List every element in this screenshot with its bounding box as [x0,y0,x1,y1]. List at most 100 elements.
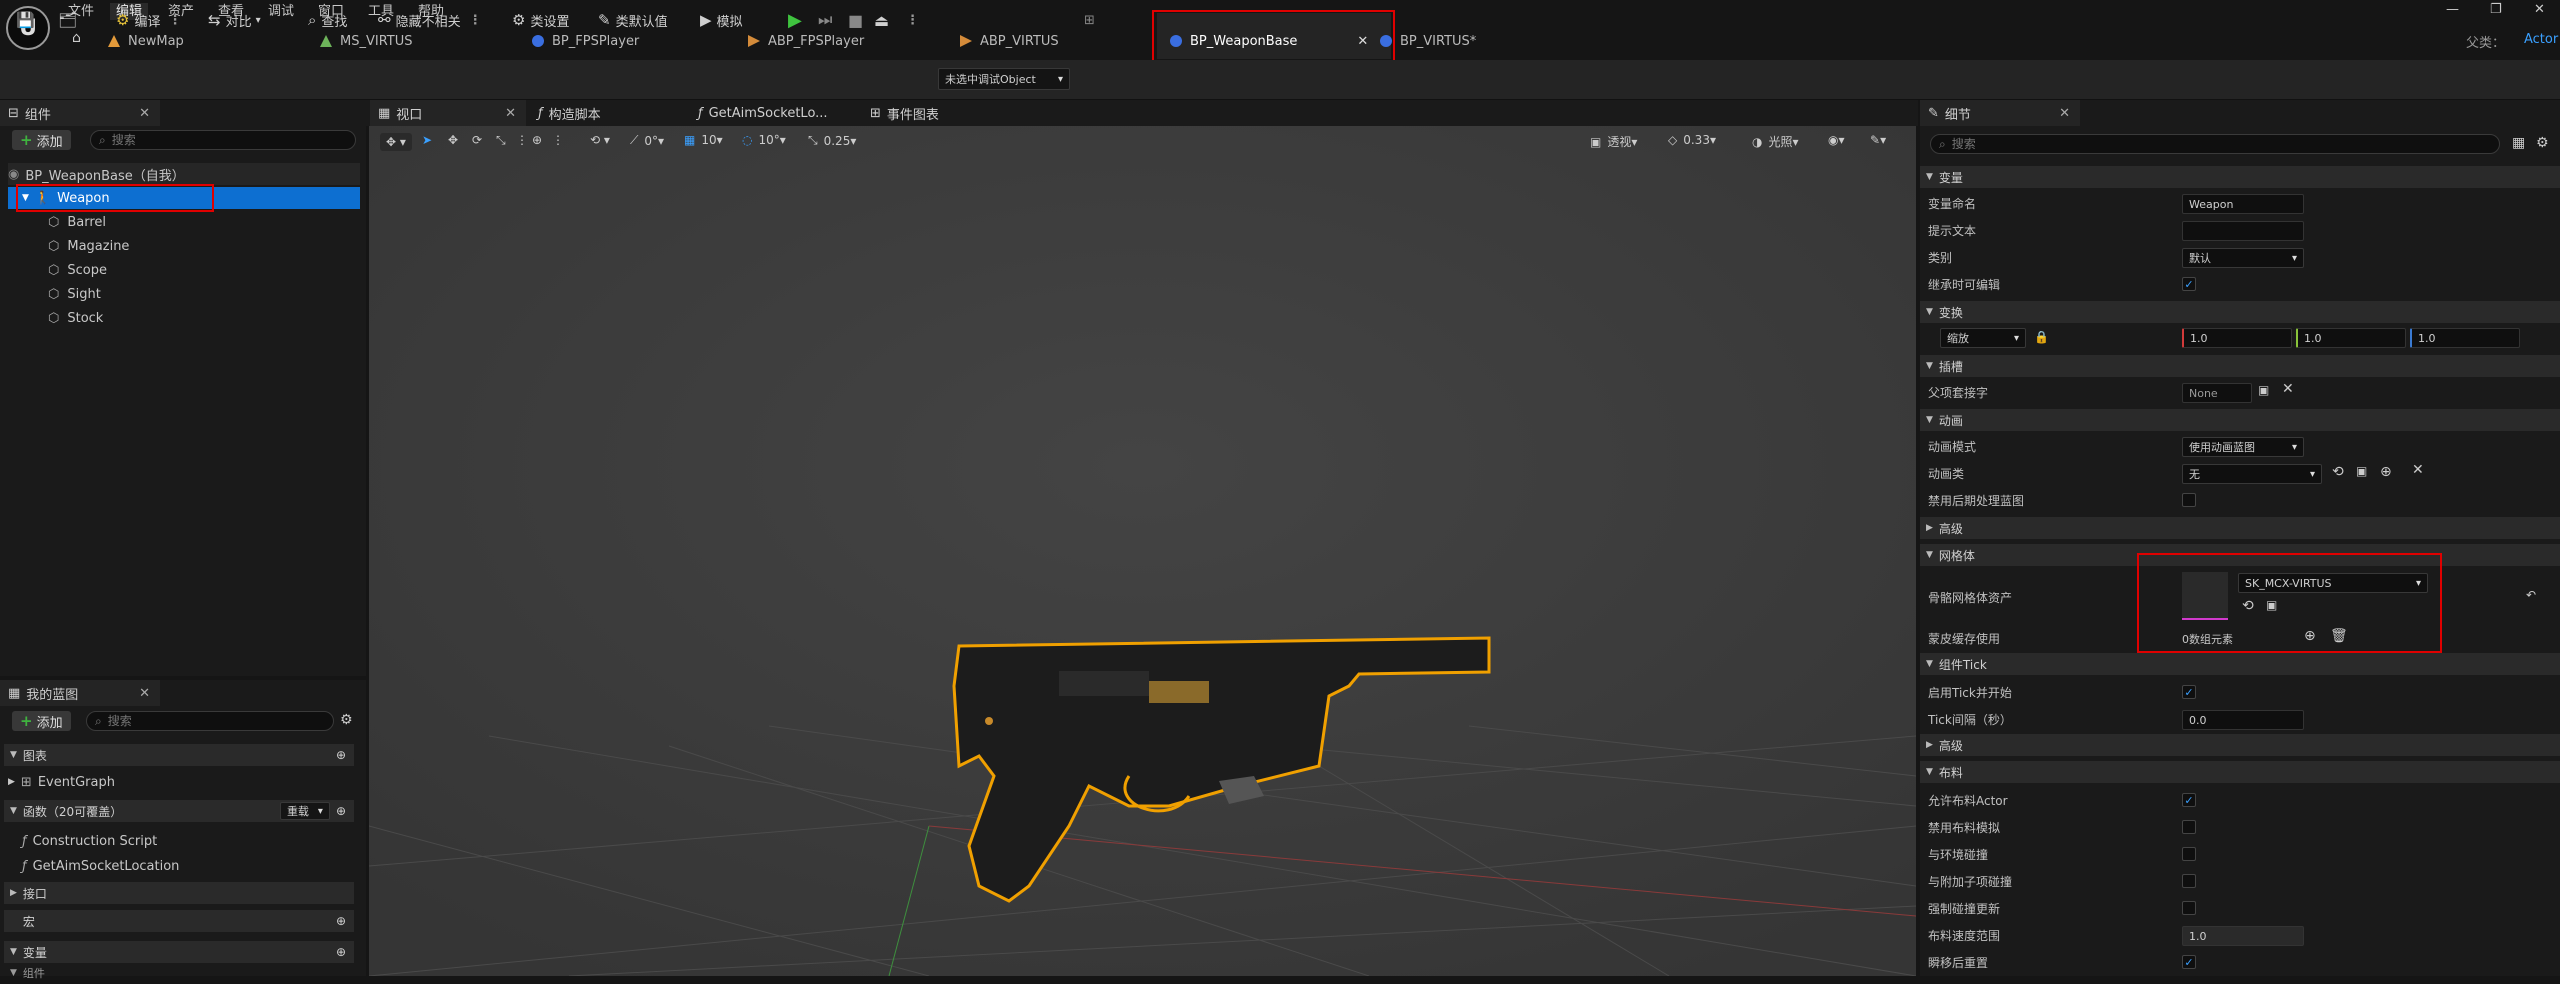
section-advanced-2[interactable]: ▶ 高级 [1920,734,2560,756]
add-member-button[interactable]: + 添加 [12,711,71,731]
section-graphs[interactable]: ▼ 图表 ⊕ [4,744,354,766]
browse-icon[interactable]: 🗂 [58,10,82,30]
hide-unrelated-button[interactable]: ⚯ 隐藏不相关 ⋮ [378,10,482,30]
anim-class-select[interactable]: 无 ▾ [2182,464,2322,484]
reset-icon[interactable]: ↶ [2526,588,2536,602]
minimize-icon[interactable]: — [2446,2,2459,17]
world-icon[interactable]: ⋮ [552,133,564,147]
grid-view-icon[interactable]: ▦ [2512,135,2525,151]
components-search[interactable]: ⌕ [90,130,356,150]
section-animation[interactable]: ▼ 动画 [1920,409,2560,431]
viewport-scene[interactable] [369,126,1916,976]
find-button[interactable]: ⌕ 查找 [308,10,347,30]
more-options-icon[interactable]: ⋮ [516,133,528,147]
mesh-thumbnail[interactable] [2182,572,2228,620]
details-tab[interactable]: ✎ 细节 ✕ [1920,100,2080,126]
event-graph-item[interactable]: ▶ ⊞ EventGraph [8,771,348,793]
section-component-tick[interactable]: ▼ 组件Tick [1920,653,2560,675]
tick-start-checkbox[interactable]: ✓ [2182,685,2196,699]
section-transform[interactable]: ▼ 变换 [1920,301,2560,323]
details-search-input[interactable] [1951,137,2456,151]
section-variable[interactable]: ▼ 变量 [1920,166,2560,188]
compile-button[interactable]: ⚙ 编译 ⋮ [116,10,181,30]
trash-icon[interactable]: 🗑 [2330,628,2348,644]
close-icon[interactable]: ✕ [2059,106,2070,121]
rotate-icon[interactable]: ⟳ [472,133,482,147]
lock-icon[interactable]: 🔒 [2034,330,2049,344]
browse-icon[interactable]: ▣ [2356,464,2367,478]
angle-snap[interactable]: ◌ 10° ▾ [742,133,786,147]
collide-child-checkbox[interactable] [2182,874,2196,888]
tab-getaimsocket[interactable]: ƒ GetAimSocketLo... [690,100,860,126]
tick-interval-input[interactable]: 0.0 [2182,710,2304,730]
add-variable-icon[interactable]: ⊕ [336,945,346,959]
debug-object-select[interactable]: 未选中调试Object ▾ [938,68,1070,90]
stop-icon[interactable]: ■ [848,10,863,30]
component-scope[interactable]: ⬡ Scope [8,259,360,281]
override-select[interactable]: 重载 ▾ [279,802,330,820]
grid-snap[interactable]: ▦ 10 ▾ [684,133,723,147]
close-icon[interactable]: ✕ [139,106,150,121]
force-collision-checkbox[interactable] [2182,901,2196,915]
surface-snap-select[interactable]: ⟲ ▾ [590,133,610,147]
close-icon[interactable]: ✕ [139,686,150,701]
function-item[interactable]: ƒ Construction Script [22,830,342,852]
section-mesh[interactable]: ▼ 网格体 [1920,544,2560,566]
play-icon[interactable]: ▶ [788,10,802,31]
clear-icon[interactable]: ✕ [2282,381,2294,397]
scale-z-input[interactable]: 1.0 [2410,328,2520,348]
gear-icon[interactable]: ⚙ [340,712,353,728]
section-advanced[interactable]: ▶ 高级 [1920,517,2560,539]
collide-env-checkbox[interactable] [2182,847,2196,861]
variables-components-category[interactable]: ▼ 组件 [10,962,210,984]
tab-construction-script[interactable]: ƒ 构造脚本 [530,100,686,126]
lighting-select[interactable]: ◑ 光照 ▾ [1752,133,1799,150]
editable-inherit-checkbox[interactable]: ✓ [2182,277,2196,291]
step-icon[interactable]: ⏭ [818,10,832,30]
tab-bp-fpsplayer[interactable]: BP_FPSPlayer [532,26,639,56]
diff-button[interactable]: ⇆ 对比 ▾ [208,10,261,30]
skeletal-mesh-select[interactable]: SK_MCX-VIRTUS ▾ [2238,573,2428,593]
close-window-icon[interactable]: ✕ [2534,2,2545,17]
play-options-icon[interactable]: ⋮ [906,10,919,30]
simulate-button[interactable]: ▶ 模拟 [700,10,743,30]
more-options-icon[interactable]: ⋮ [469,13,482,28]
class-settings-button[interactable]: ⚙ 类设置 [512,10,569,30]
section-functions[interactable]: ▼ 函数（20可覆盖） 重载 ▾ ⊕ [4,800,354,822]
browse-socket-icon[interactable]: ▣ [2258,383,2269,397]
tab-event-graph[interactable]: ⊞ 事件图表 [862,100,1002,126]
disable-cloth-sim-checkbox[interactable] [2182,820,2196,834]
function-item[interactable]: ƒ GetAimSocketLocation [22,855,342,877]
use-selected-icon[interactable]: ⟲ [2242,598,2254,614]
component-sight[interactable]: ⬡ Sight [8,283,360,305]
gear-icon[interactable]: ⚙ [2536,135,2549,151]
settings-select[interactable]: ✎ ▾ [1870,133,1886,147]
add-function-icon[interactable]: ⊕ [336,804,346,818]
tab-abp-virtus[interactable]: ABP_VIRTUS [960,26,1059,56]
show-flags-select[interactable]: ◉ ▾ [1828,133,1845,147]
section-interfaces[interactable]: ▶ 接口 [4,882,354,904]
components-tab[interactable]: ⊟ 组件 ✕ [0,100,160,126]
tab-close-icon[interactable]: ✕ [1357,34,1368,49]
close-icon[interactable]: ✕ [505,106,516,121]
scale-y-input[interactable]: 1.0 [2296,328,2406,348]
debug-browse-icon[interactable]: ⊞ [1084,10,1095,30]
components-search-input[interactable] [111,133,343,147]
compile-options-icon[interactable]: ⋮ [168,13,181,28]
section-macros[interactable]: ▶宏⊕ [4,910,354,932]
section-cloth[interactable]: ▼ 布料 [1920,761,2560,783]
tooltip-input[interactable] [2182,221,2304,241]
anim-mode-select[interactable]: 使用动画蓝图 ▾ [2182,437,2304,457]
details-search[interactable]: ⌕ [1930,134,2500,154]
select-icon[interactable]: ➤ [422,133,432,147]
add-element-icon[interactable]: ⊕ [2304,628,2316,644]
home-icon[interactable]: ⌂ [72,30,81,46]
teleport-reset-checkbox[interactable]: ✓ [2182,955,2196,969]
my-blueprint-tab[interactable]: ▦ 我的蓝图 ✕ [0,680,160,706]
tab-viewport[interactable]: ▦ 视口 ✕ [370,100,526,126]
transform-mode-select[interactable]: ✥ ▾ [380,133,412,151]
scale-mode-select[interactable]: 缩放 ▾ [1940,328,2026,348]
scale-snap[interactable]: ⤡ 0.25 ▾ [808,133,856,148]
tab-bp-virtus[interactable]: BP_VIRTUS* [1380,26,1476,56]
component-magazine[interactable]: ⬡ Magazine [8,235,360,257]
